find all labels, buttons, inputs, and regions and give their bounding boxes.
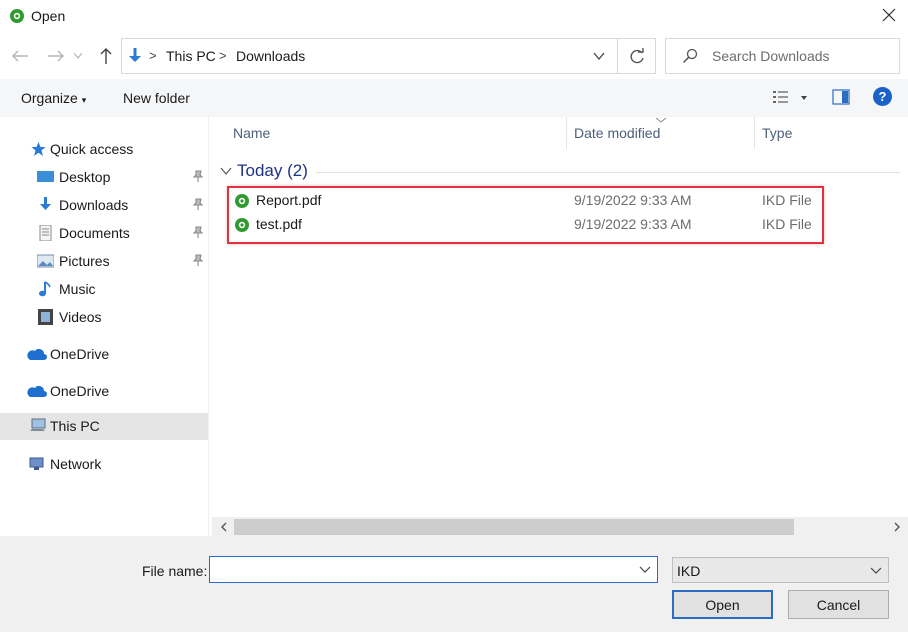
sidebar-item-label: This PC xyxy=(50,418,100,434)
sidebar-item-onedrive[interactable]: OneDrive xyxy=(0,341,208,367)
forward-button[interactable] xyxy=(45,45,67,67)
onedrive-icon xyxy=(27,349,47,360)
pin-icon[interactable] xyxy=(192,198,204,211)
sidebar-item-quick-access[interactable]: Quick access xyxy=(0,136,208,162)
file-name-input[interactable] xyxy=(209,556,658,583)
arrow-right-icon xyxy=(48,50,64,62)
column-header-date-modified[interactable]: Date modified xyxy=(574,125,660,141)
window-title: Open xyxy=(31,8,66,24)
pin-icon[interactable] xyxy=(192,226,204,239)
group-header-today[interactable]: Today (2) xyxy=(220,161,900,183)
close-icon xyxy=(882,8,896,22)
new-folder-button[interactable]: New folder xyxy=(123,90,190,106)
file-type-select[interactable]: IKD xyxy=(672,557,889,583)
column-header-type[interactable]: Type xyxy=(762,125,792,141)
breadcrumb-separator: > xyxy=(219,48,227,63)
downloads-icon xyxy=(40,197,51,210)
caret-down-icon: ▾ xyxy=(81,95,87,105)
network-icon xyxy=(29,457,44,470)
column-divider[interactable] xyxy=(566,117,567,149)
group-label: Today (2) xyxy=(237,161,308,180)
arrow-up-icon xyxy=(100,48,112,64)
sidebar-item-label: Network xyxy=(50,456,102,472)
sidebar-item-network[interactable]: Network xyxy=(0,451,208,477)
chevron-down-icon[interactable] xyxy=(639,563,651,575)
sidebar-item-pictures[interactable]: Pictures xyxy=(0,248,208,274)
organize-label: Organize xyxy=(21,90,78,106)
up-button[interactable] xyxy=(95,45,117,67)
breadcrumb-this-pc[interactable]: This PC xyxy=(166,48,216,64)
chevron-down-icon xyxy=(220,167,232,175)
sidebar-item-this-pc[interactable]: This PC xyxy=(0,413,208,440)
column-header-name[interactable]: Name xyxy=(233,125,270,141)
this-pc-icon xyxy=(30,418,46,431)
downloads-icon xyxy=(129,48,141,62)
sidebar-item-desktop[interactable]: Desktop xyxy=(0,164,208,190)
sidebar-item-onedrive[interactable]: OneDrive xyxy=(0,378,208,404)
scroll-left-icon[interactable] xyxy=(217,520,231,534)
sort-chevron-icon xyxy=(655,117,667,123)
sidebar-item-documents[interactable]: Documents xyxy=(0,220,208,246)
recent-locations-button[interactable] xyxy=(71,45,85,67)
group-divider xyxy=(316,172,900,173)
address-bar[interactable]: > This PC > Downloads xyxy=(121,38,656,74)
sidebar-item-label: Documents xyxy=(59,225,130,241)
breadcrumb-separator: > xyxy=(149,48,157,63)
column-divider[interactable] xyxy=(754,117,755,149)
navigation-pane: Quick access Desktop Downloads Documents… xyxy=(0,117,209,536)
horizontal-scrollbar[interactable] xyxy=(212,517,908,536)
music-icon xyxy=(39,281,51,297)
dialog-footer: File name: IKD Open Cancel xyxy=(0,536,908,632)
close-button[interactable] xyxy=(878,4,900,26)
file-name-label: File name: xyxy=(142,563,208,579)
breadcrumb-downloads[interactable]: Downloads xyxy=(236,48,305,64)
open-button[interactable]: Open xyxy=(672,590,773,619)
search-input[interactable]: Search Downloads xyxy=(712,48,830,64)
documents-icon xyxy=(39,225,52,241)
sidebar-item-label: Music xyxy=(59,281,96,297)
file-type-selected: IKD xyxy=(677,563,701,579)
chevron-down-icon[interactable] xyxy=(592,49,606,63)
back-button[interactable] xyxy=(9,45,31,67)
sidebar-item-label: Videos xyxy=(59,309,102,325)
search-box[interactable]: Search Downloads xyxy=(665,38,900,74)
cancel-button[interactable]: Cancel xyxy=(788,590,889,619)
view-options-icon[interactable] xyxy=(772,88,812,108)
address-divider xyxy=(617,39,618,73)
sidebar-item-label: Pictures xyxy=(59,253,110,269)
sidebar-item-videos[interactable]: Videos xyxy=(0,304,208,330)
command-bar: Organize ▾ New folder ? xyxy=(0,79,908,117)
organize-button[interactable]: Organize ▾ xyxy=(21,90,86,106)
selection-highlight-box xyxy=(227,186,824,244)
chevron-down-icon xyxy=(74,53,82,59)
app-icon xyxy=(10,9,24,23)
file-list: Name Date modified Type Today (2) Report… xyxy=(212,117,908,517)
refresh-icon[interactable] xyxy=(627,47,647,67)
help-button[interactable]: ? xyxy=(873,87,892,106)
videos-icon xyxy=(38,309,53,325)
search-icon xyxy=(682,48,698,64)
preview-pane-icon[interactable] xyxy=(832,89,850,105)
sidebar-item-label: Desktop xyxy=(59,169,111,185)
desktop-icon xyxy=(37,171,54,182)
pictures-icon xyxy=(37,254,54,268)
scrollbar-thumb[interactable] xyxy=(234,519,794,535)
sidebar-item-label: Quick access xyxy=(50,141,134,157)
pin-icon[interactable] xyxy=(192,170,204,183)
star-icon xyxy=(31,142,46,156)
sidebar-item-label: OneDrive xyxy=(50,346,110,362)
title-bar: Open xyxy=(0,0,908,34)
sidebar-item-label: Downloads xyxy=(59,197,129,213)
onedrive-icon xyxy=(27,386,47,397)
sidebar-item-downloads[interactable]: Downloads xyxy=(0,192,208,218)
sidebar-item-label: OneDrive xyxy=(50,383,110,399)
arrow-left-icon xyxy=(12,50,28,62)
sidebar-item-music[interactable]: Music xyxy=(0,276,208,302)
scroll-right-icon[interactable] xyxy=(890,520,904,534)
chevron-down-icon xyxy=(870,567,882,574)
pin-icon[interactable] xyxy=(192,254,204,267)
